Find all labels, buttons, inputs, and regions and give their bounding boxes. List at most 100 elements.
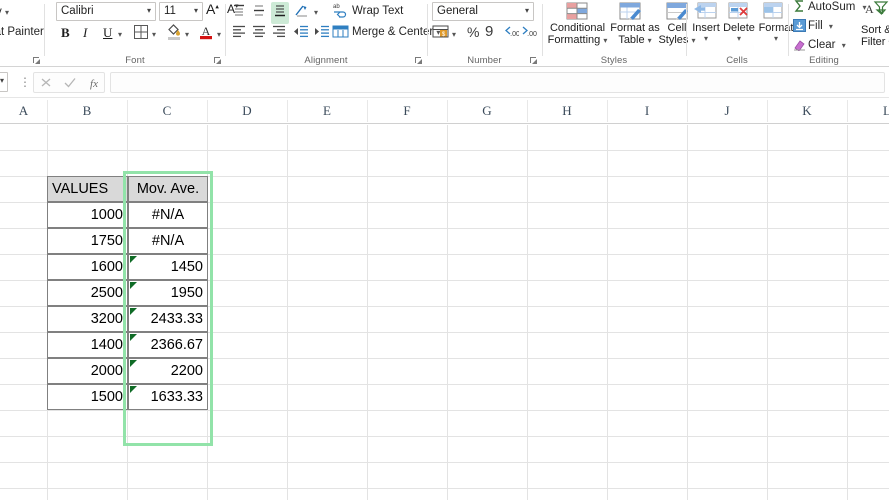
sheet-cells[interactable]: VALUES Mov. Ave. 1000 #N/A 1750 #N/A 160… [0,125,889,500]
font-size-combo[interactable]: 11 ▾ [159,2,203,21]
underline-button[interactable]: U [103,25,112,41]
bold-button[interactable]: B [61,25,70,41]
insert-function-icon[interactable]: fx [82,73,106,92]
chevron-down-icon[interactable]: ▾ [314,8,318,17]
grow-font-button[interactable]: A▴ [206,1,219,17]
chevron-down-icon: ▾ [603,36,608,45]
name-box[interactable]: ▾ [0,72,8,92]
table-header-mov-ave[interactable]: Mov. Ave. [128,176,208,202]
increase-decimal-icon[interactable]: .00 [503,24,520,44]
chevron-down-icon[interactable]: ▾ [152,30,156,39]
table-row[interactable]: 1633.33 [128,384,208,410]
cell-values-7: 2000 [90,363,123,379]
decrease-decimal-icon[interactable]: .00 [521,24,537,44]
column-header-C[interactable]: C [127,98,207,123]
font-color-icon[interactable]: A [198,23,214,45]
percent-format-button[interactable]: % [467,24,479,40]
table-row[interactable]: 2500 [47,280,128,306]
table-row[interactable]: #N/A [128,202,208,228]
wrap-text-icon[interactable]: ab [332,2,349,23]
column-header-A[interactable]: A [0,98,47,123]
table-row[interactable]: 1400 [47,332,128,358]
orientation-icon[interactable] [294,3,311,23]
table-header-values[interactable]: VALUES [47,176,128,202]
ribbon: y ▾ mat Painter d Calibri ▾ 11 ▾ A▴ [0,0,889,67]
svg-text:ab: ab [333,4,340,10]
table-row[interactable]: 1450 [128,254,208,280]
fill-label: Fill [808,20,823,32]
conditional-formatting-button[interactable]: Conditional Formatting ▾ [545,22,610,46]
number-format-combo[interactable]: General ▾ [432,2,534,21]
chevron-down-icon[interactable]: ▾ [185,30,189,39]
chevron-down-icon[interactable]: ▾ [217,30,221,39]
table-row[interactable]: 2000 [47,358,128,384]
column-header-I[interactable]: I [607,98,687,123]
sort-filter-icon[interactable]: A Z [863,0,889,23]
align-left-icon[interactable] [231,24,247,44]
sort-filter-button[interactable]: Sort & Filter ▾ [861,24,889,48]
formula-input[interactable] [110,72,885,93]
number-dialog-launcher-icon[interactable] [529,56,538,65]
table-row[interactable]: 1500 [47,384,128,410]
increase-indent-icon[interactable] [314,24,331,44]
accounting-format-icon[interactable]: $ [432,24,449,44]
chevron-down-icon[interactable]: ▾ [452,30,456,39]
table-row[interactable]: 1600 [47,254,128,280]
align-bottom-icon[interactable] [271,2,289,24]
ribbon-group-label-cells: Cells [726,55,748,66]
conditional-formatting-label-line2: Formatting [547,34,601,46]
column-header-B[interactable]: B [47,98,127,123]
copy-label: y [0,6,2,18]
chevron-down-icon[interactable]: ▾ [118,30,122,39]
delete-cells-button[interactable]: Delete ▾ [721,22,757,43]
table-row[interactable]: #N/A [128,228,208,254]
column-header-F[interactable]: F [367,98,447,123]
table-row[interactable]: 2433.33 [128,306,208,332]
fill-color-icon[interactable] [166,23,182,45]
column-header-H[interactable]: H [527,98,607,123]
column-header-E[interactable]: E [287,98,367,123]
comma-format-button[interactable]: 9 [485,23,493,40]
font-name-combo[interactable]: Calibri ▾ [56,2,156,21]
table-row[interactable]: 2200 [128,358,208,384]
align-right-icon[interactable] [271,24,287,44]
autosum-button[interactable]: AutoSum ▾ [808,1,867,13]
align-top-icon[interactable] [231,3,247,23]
alignment-dialog-launcher-icon[interactable] [414,56,423,65]
format-painter-label: mat Painter [0,26,44,38]
column-header-K[interactable]: K [767,98,847,123]
decrease-indent-icon[interactable] [293,24,310,44]
column-header-J[interactable]: J [687,98,767,123]
clear-button[interactable]: Clear ▾ [808,39,846,51]
cancel-icon[interactable] [34,73,58,92]
fill-icon[interactable] [793,19,806,37]
wrap-text-button[interactable]: Wrap Text [352,5,403,17]
merge-center-icon[interactable] [332,24,349,44]
table-row[interactable]: 1000 [47,202,128,228]
autosum-label: AutoSum [808,1,856,13]
column-header-G[interactable]: G [447,98,527,123]
insert-cells-button[interactable]: Insert ▾ [689,22,723,43]
format-as-table-button[interactable]: Format as Table ▾ [609,22,661,46]
formula-bar-options-icon[interactable]: ⋮ [19,74,31,90]
column-header-L[interactable]: L [847,98,889,123]
autosum-icon[interactable] [793,0,806,18]
format-painter-button[interactable]: mat Painter [0,26,44,38]
merge-center-label: Merge & Center [352,26,434,38]
table-row[interactable]: 1750 [47,228,128,254]
clear-icon[interactable] [793,38,806,56]
fill-button[interactable]: Fill ▾ [808,20,833,32]
align-middle-icon[interactable] [251,3,267,23]
column-header-D[interactable]: D [207,98,287,123]
align-center-icon[interactable] [251,24,267,44]
italic-button[interactable]: I [83,25,87,41]
table-header-values-label: VALUES [52,181,109,197]
clipboard-dialog-launcher-icon[interactable] [32,56,41,65]
enter-icon[interactable] [58,73,82,92]
table-row[interactable]: 3200 [47,306,128,332]
copy-button[interactable]: y ▾ [0,6,9,18]
font-dialog-launcher-icon[interactable] [213,56,222,65]
table-row[interactable]: 1950 [128,280,208,306]
table-row[interactable]: 2366.67 [128,332,208,358]
borders-icon[interactable] [133,24,149,45]
